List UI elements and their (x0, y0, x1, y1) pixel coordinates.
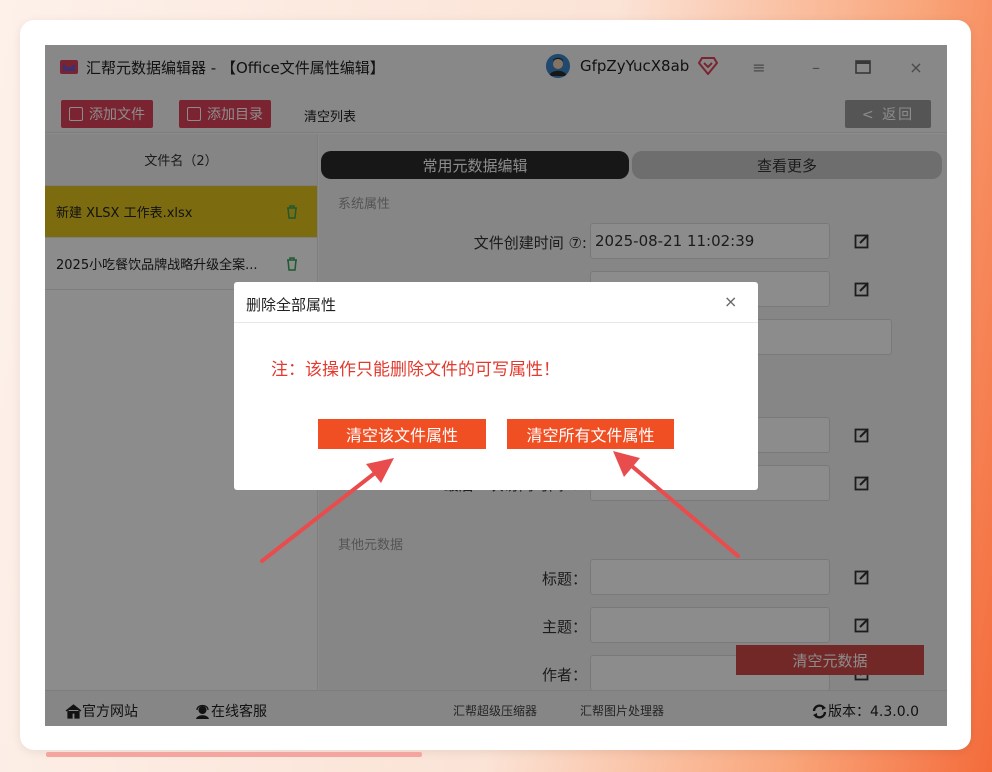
clear-this-file-properties-button[interactable]: 清空该文件属性 (318, 419, 486, 449)
dialog-title: 删除全部属性 (246, 296, 337, 314)
decorative-underline (46, 752, 422, 757)
dialog-divider (234, 322, 758, 323)
clear-all-file-properties-button[interactable]: 清空所有文件属性 (507, 419, 674, 449)
close-icon[interactable]: × (724, 292, 737, 311)
delete-all-properties-dialog: 删除全部属性 × 注：该操作只能删除文件的可写属性！ 清空该文件属性 清空所有文… (234, 282, 758, 490)
dialog-warning: 注：该操作只能删除文件的可写属性！ (271, 360, 560, 380)
